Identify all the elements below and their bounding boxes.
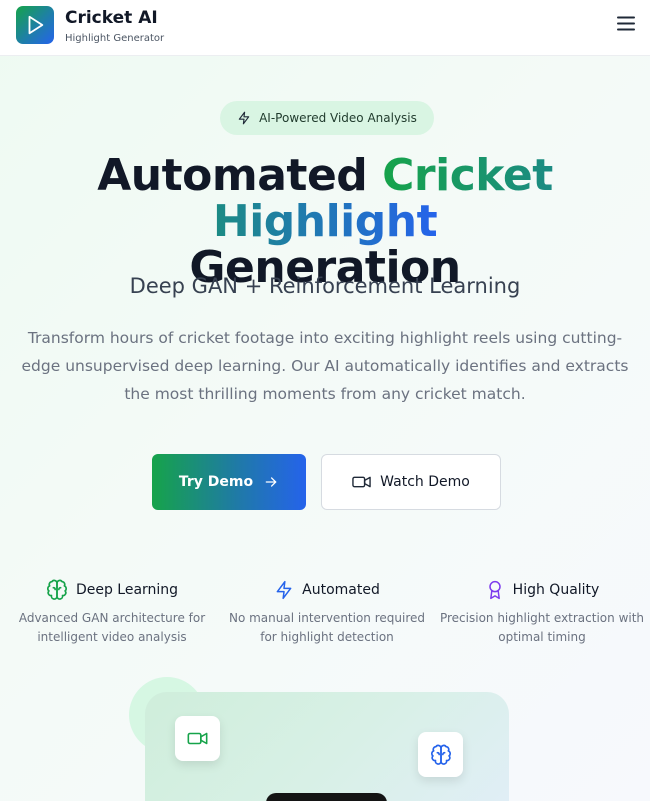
video-icon: [187, 732, 208, 745]
hero-subtitle: Deep GAN + Reinforcement Learning: [129, 274, 521, 298]
award-icon: [488, 580, 501, 600]
feature-description: Precision highlight extraction with opti…: [439, 611, 645, 644]
hero-description: Transform hours of cricket footage into …: [21, 329, 629, 403]
app-logo[interactable]: [16, 6, 54, 44]
video-tile: [175, 716, 220, 761]
lightning-icon: [238, 111, 250, 125]
menu-button[interactable]: [614, 12, 638, 34]
hero-badge: AI-Powered Video Analysis: [220, 101, 434, 135]
try-demo-button[interactable]: Try Demo: [152, 454, 306, 510]
feature-description: No manual intervention required for high…: [228, 611, 426, 644]
hamburger-menu-icon: [617, 16, 635, 30]
watch-demo-button[interactable]: Watch Demo: [321, 454, 501, 510]
watch-demo-label: Watch Demo: [380, 474, 470, 490]
badge-text: AI-Powered Video Analysis: [259, 111, 417, 125]
feature-title: Deep Learning: [75, 582, 179, 598]
play-icon: [28, 15, 44, 35]
hero-headline: Automated Cricket Highlight Generation: [0, 153, 650, 291]
brand-title: Cricket AI: [65, 8, 158, 28]
video-icon: [352, 476, 371, 488]
feature-high-quality: High Quality Precision highlight extract…: [437, 578, 647, 647]
feature-title: Automated: [302, 582, 380, 598]
feature-description: Advanced GAN architecture for intelligen…: [18, 611, 206, 644]
try-demo-label: Try Demo: [178, 474, 254, 490]
video-player-frame: [266, 793, 387, 801]
arrow-right-icon: [265, 477, 277, 487]
feature-title: High Quality: [512, 582, 600, 598]
brand-subtitle: Highlight Generator: [65, 33, 165, 44]
headline-part1: Automated: [97, 150, 368, 201]
feature-deep-learning: Deep Learning Advanced GAN architecture …: [7, 578, 217, 647]
brain-tile: [418, 732, 463, 777]
lightning-icon: [276, 580, 292, 600]
feature-automated: Automated No manual intervention require…: [222, 578, 432, 647]
brain-icon: [46, 579, 67, 600]
brain-icon: [430, 744, 451, 765]
top-navbar: Cricket AI Highlight Generator: [0, 0, 650, 56]
